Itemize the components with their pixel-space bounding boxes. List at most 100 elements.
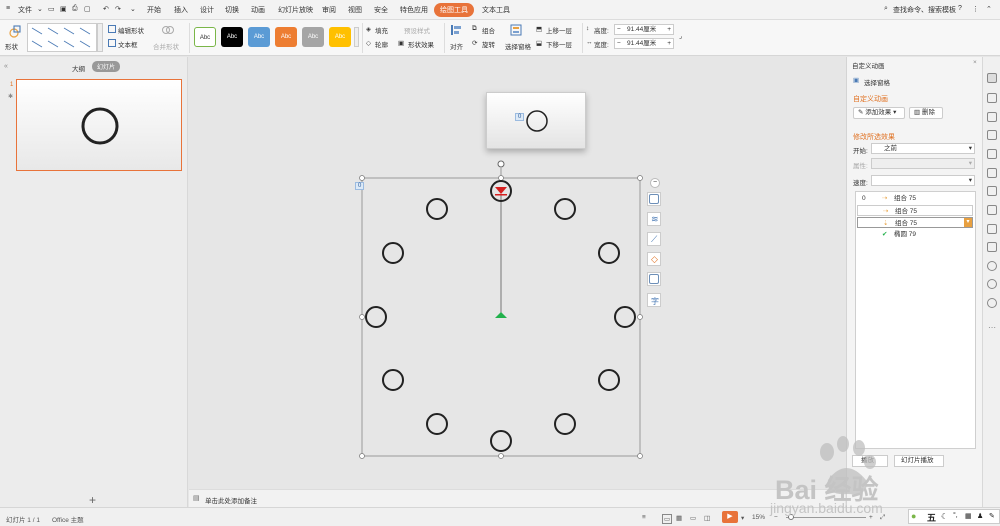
speed-select[interactable]: ▾	[871, 175, 975, 186]
chevron-down-icon[interactable]: ▾	[741, 514, 744, 522]
list-item[interactable]: ✔ 椭圆 79	[856, 229, 973, 240]
layers-icon[interactable]	[987, 112, 997, 122]
delete-button[interactable]: ▥ 删除	[909, 107, 943, 119]
hamburger-icon[interactable]: ≡	[6, 5, 10, 12]
tab-review[interactable]: 审阅	[322, 5, 336, 15]
bring-forward-button[interactable]: 上移一层	[546, 25, 572, 35]
gallery-scroll[interactable]	[97, 23, 103, 52]
font-icon[interactable]	[987, 149, 997, 159]
style-gold[interactable]: Abc	[329, 27, 351, 47]
fill-button[interactable]: 填充	[375, 25, 388, 35]
selection-pane-link[interactable]: 选择窗格	[864, 77, 890, 87]
history-icon[interactable]	[987, 279, 997, 289]
style-black[interactable]: Abc	[221, 27, 243, 47]
chevron-down-icon[interactable]: ⌄	[37, 5, 43, 13]
group-button[interactable]: 组合	[482, 25, 495, 35]
search-command[interactable]: 查找命令、搜索模板	[893, 5, 956, 15]
reading-view-icon[interactable]: ▭	[690, 514, 696, 522]
preview-icon[interactable]: ▢	[84, 5, 91, 13]
normal-view-icon[interactable]: ▭	[662, 514, 673, 524]
image-icon[interactable]	[987, 224, 997, 234]
height-value[interactable]: 91.44厘米	[627, 26, 656, 33]
edit-shape-button[interactable]: 编辑形状	[118, 25, 144, 35]
shape-effect-button[interactable]: 形状效果	[408, 39, 434, 49]
tab-special[interactable]: 特色应用	[400, 5, 428, 15]
properties-icon[interactable]	[987, 130, 997, 140]
add-slide-icon[interactable]: +	[89, 493, 96, 507]
animation-list[interactable]: 0 ⇢ 组合 75 ⇢ 组合 75 ⇣ 组合 75 ▾ ✔ 椭圆 79	[855, 191, 976, 449]
style-blue[interactable]: Abc	[248, 27, 270, 47]
merge-shape-button[interactable]: 合并形状	[153, 41, 179, 51]
record-icon[interactable]	[987, 261, 997, 271]
line-gallery[interactable]	[27, 23, 97, 52]
sorter-view-icon[interactable]: ▦	[676, 514, 682, 522]
ime-moon-icon[interactable]: ☾	[941, 512, 948, 521]
collapse-ribbon-icon[interactable]: ⌃	[986, 5, 992, 13]
tab-security[interactable]: 安全	[374, 5, 388, 15]
shape-icon[interactable]	[8, 24, 22, 38]
ime-mode-icon[interactable]: 五	[927, 511, 936, 524]
style-white[interactable]: Abc	[194, 27, 216, 47]
list-item[interactable]: ⇢ 组合 75	[857, 205, 973, 216]
style-orange[interactable]: Abc	[275, 27, 297, 47]
add-effect-button[interactable]: ✎ 添加效果 ▾	[853, 107, 905, 119]
slide-canvas[interactable]: 0 0 − ≋ ⟋ ◇ 字	[189, 57, 845, 489]
pen-icon[interactable]: ⟋	[647, 232, 661, 246]
increase-icon[interactable]: +	[667, 25, 671, 34]
start-select[interactable]: 之前 ▾	[871, 143, 975, 154]
ime-logo-icon[interactable]: ●	[911, 511, 916, 521]
undo-icon[interactable]: ↶	[103, 5, 109, 13]
more-icon[interactable]: ⋯	[988, 323, 996, 332]
outline-button[interactable]: 轮廓	[375, 39, 388, 49]
slide-thumbnail[interactable]	[16, 79, 182, 171]
smart-shape-icon[interactable]	[647, 192, 661, 206]
audio-icon[interactable]	[987, 242, 997, 252]
customize-icon[interactable]: ⌄	[130, 5, 136, 13]
tab-home[interactable]: 开始	[147, 5, 161, 15]
decrease-icon[interactable]: −	[617, 39, 621, 48]
tab-transition[interactable]: 切换	[225, 5, 239, 15]
tab-slideshow[interactable]: 幻灯片放映	[278, 5, 313, 15]
shapes-icon[interactable]	[987, 93, 997, 103]
property-select[interactable]: ▾	[871, 158, 975, 169]
ime-toolbar[interactable]: ● 五 ☾ °, ▦ ♟ ✎	[908, 509, 1000, 524]
layers-icon[interactable]: ≋	[647, 212, 661, 226]
tab-insert[interactable]: 插入	[174, 5, 188, 15]
tab-slides[interactable]: 幻灯片	[92, 61, 121, 72]
notes-bar[interactable]: ▤ 单击此处添加备注	[189, 489, 845, 507]
more-icon[interactable]: ⋮	[972, 5, 979, 13]
list-item[interactable]: 0 ⇢ 组合 75	[856, 193, 973, 204]
view-options-icon[interactable]: ≡	[642, 514, 646, 521]
tab-text-tools[interactable]: 文本工具	[482, 5, 510, 15]
increase-icon[interactable]: +	[667, 39, 671, 48]
animation-order-badge[interactable]: 0	[355, 182, 365, 190]
tab-animation[interactable]: 动画	[251, 5, 265, 15]
style-scroll[interactable]	[354, 27, 359, 47]
ime-keyboard-icon[interactable]: ▦	[965, 512, 972, 520]
shape-label[interactable]: 形状	[5, 41, 18, 51]
folder-icon[interactable]: ▭	[48, 5, 55, 13]
notes-placeholder[interactable]: 单击此处添加备注	[205, 495, 257, 505]
help-icon[interactable]	[987, 298, 997, 308]
circle-ring[interactable]	[189, 57, 845, 489]
ime-user-icon[interactable]: ♟	[977, 512, 983, 520]
tab-design[interactable]: 设计	[200, 5, 214, 15]
text-char-icon[interactable]: 字	[647, 293, 661, 307]
textbox-button[interactable]: 文本框	[118, 39, 138, 49]
document-icon[interactable]	[987, 205, 997, 215]
decrease-icon[interactable]: −	[617, 25, 621, 34]
width-spinner[interactable]: − 91.44厘米 +	[614, 38, 674, 49]
preset-style-button[interactable]: 预设样式	[404, 25, 430, 35]
notes-view-icon[interactable]: ◫	[704, 514, 710, 522]
ime-punct-icon[interactable]: °,	[953, 512, 958, 519]
selection-pane-button[interactable]: 选择窗格	[505, 41, 531, 51]
list-item[interactable]: ⇣ 组合 75 ▾	[857, 217, 973, 228]
zoom-level[interactable]: 15%	[752, 514, 765, 521]
animation-icon[interactable]	[987, 73, 997, 83]
file-menu[interactable]: 文件	[18, 5, 32, 15]
style-gray[interactable]: Abc	[302, 27, 324, 47]
fill-bucket-icon[interactable]: ◇	[647, 252, 661, 266]
collapse-panel-icon[interactable]: «	[4, 63, 8, 70]
save-icon[interactable]: ▣	[60, 5, 67, 13]
redo-icon[interactable]: ↷	[115, 5, 121, 13]
